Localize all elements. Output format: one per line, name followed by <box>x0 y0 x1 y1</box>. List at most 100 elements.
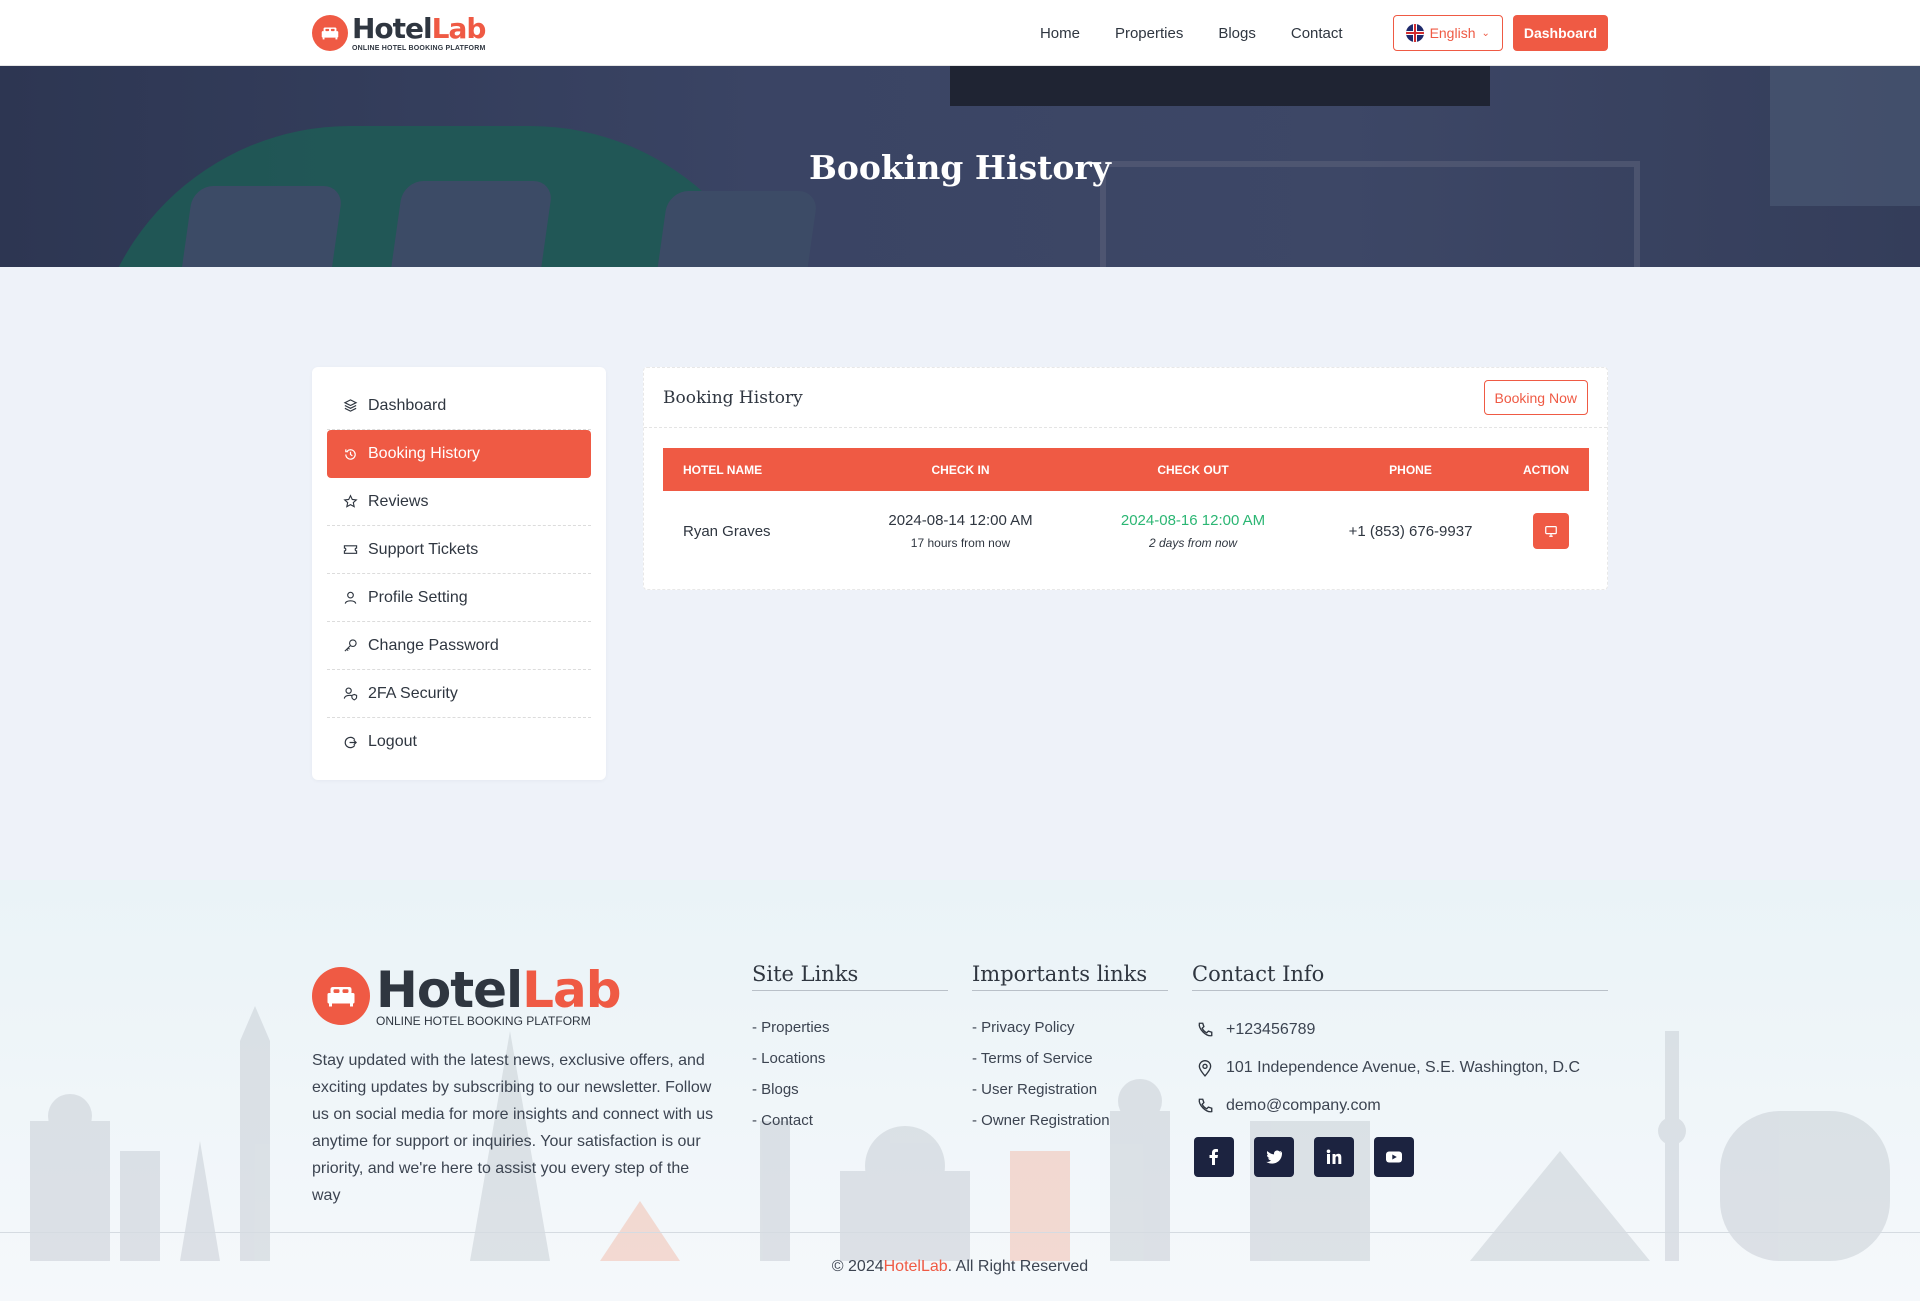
layers-icon <box>343 399 358 412</box>
logo-word-lab: Lab <box>522 961 621 1019</box>
view-booking-button[interactable] <box>1533 513 1569 549</box>
bed-icon <box>312 15 348 51</box>
sidebar-item-profile-setting[interactable]: Profile Setting <box>327 574 591 622</box>
linkedin-icon[interactable] <box>1314 1137 1354 1177</box>
user-icon <box>344 591 357 604</box>
footer-link-user-registration[interactable]: - User Registration <box>972 1081 1168 1098</box>
site-links-column: Site Links - Properties - Locations - Bl… <box>752 962 948 1129</box>
check-in-date: 2024-08-14 12:00 AM <box>888 512 1033 529</box>
footer-link-privacy-policy[interactable]: - Privacy Policy <box>972 1019 1168 1036</box>
sidebar-item-2fa-security[interactable]: 2FA Security <box>327 670 591 718</box>
history-icon <box>345 448 356 460</box>
sidebar-item-label: Profile Setting <box>368 588 468 606</box>
contact-email-text: demo@company.com <box>1226 1097 1381 1114</box>
check-out-date: 2024-08-16 12:00 AM <box>1120 512 1266 529</box>
sidebar-item-label: Change Password <box>368 636 499 654</box>
copyright-prefix: © 2024 <box>831 1258 884 1275</box>
ticket-icon <box>343 545 358 554</box>
table-row: Ryan Graves 2024-08-14 12:00 AM 17 hours… <box>663 491 1589 571</box>
key-icon <box>344 639 357 652</box>
sidebar-item-change-password[interactable]: Change Password <box>327 622 591 670</box>
card-title: Booking History <box>663 387 803 408</box>
table-header: HOTEL NAME CHECK IN CHECK OUT PHONE ACTI… <box>663 448 1589 491</box>
column-header-phone[interactable]: PHONE <box>1308 463 1513 477</box>
contact-email[interactable]: demo@company.com <box>1192 1087 1608 1125</box>
nav-links: Home Properties Blogs Contact <box>1040 25 1343 42</box>
cell-action <box>1513 513 1589 549</box>
map-pin-icon <box>1198 1060 1212 1077</box>
copyright-bar: © 2024 HotelLab . All Right Reserved <box>0 1232 1920 1301</box>
copyright-brand-link[interactable]: HotelLab <box>884 1258 948 1276</box>
sidebar-item-booking-history[interactable]: Booking History <box>327 430 591 478</box>
language-select[interactable]: English ⌄ <box>1392 15 1503 51</box>
account-sidebar: Dashboard Booking History Reviews Suppor… <box>312 367 606 780</box>
nav-link-properties[interactable]: Properties <box>1115 25 1183 42</box>
cell-check-in: 2024-08-14 12:00 AM 17 hours from now <box>843 512 1078 550</box>
hero-pillow-decor <box>386 181 554 267</box>
cell-hotel-name: Ryan Graves <box>683 522 771 540</box>
dashboard-button[interactable]: Dashboard <box>1512 15 1608 51</box>
booking-history-card: Booking History Booking Now HOTEL NAME C… <box>643 367 1608 590</box>
footer-logo[interactable]: HotelLab ONLINE HOTEL BOOKING PLATFORM <box>312 965 622 1028</box>
hero-pillow-decor <box>651 191 819 267</box>
important-links-title: Importants links <box>972 962 1168 991</box>
twitter-icon[interactable] <box>1254 1137 1294 1177</box>
footer-link-contact[interactable]: - Contact <box>752 1112 948 1129</box>
contact-info-title: Contact Info <box>1192 962 1608 991</box>
column-header-hotel-name[interactable]: HOTEL NAME <box>663 463 843 477</box>
uk-flag-icon <box>1405 24 1424 42</box>
cell-phone: +1 (853) 676-9937 <box>1348 522 1473 540</box>
footer-link-terms-of-service[interactable]: - Terms of Service <box>972 1050 1168 1067</box>
sidebar-item-label: Logout <box>368 733 417 750</box>
site-logo[interactable]: HotelLab ONLINE HOTEL BOOKING PLATFORM <box>312 11 487 52</box>
check-out-relative: 2 days from now <box>1148 536 1238 550</box>
footer-link-locations[interactable]: - Locations <box>752 1050 948 1067</box>
sidebar-item-support-tickets[interactable]: Support Tickets <box>327 526 591 574</box>
footer: HotelLab ONLINE HOTEL BOOKING PLATFORM S… <box>0 880 1920 1301</box>
hero-tv-decor <box>950 66 1490 106</box>
nav-link-blogs[interactable]: Blogs <box>1218 25 1256 42</box>
sidebar-item-logout[interactable]: Logout <box>327 718 591 766</box>
star-icon <box>343 494 358 508</box>
copyright-suffix: . All Right Reserved <box>947 1258 1089 1275</box>
user-shield-icon <box>343 687 358 701</box>
facebook-icon[interactable] <box>1194 1137 1234 1177</box>
sidebar-item-label: Dashboard <box>368 396 447 414</box>
sidebar-item-dashboard[interactable]: Dashboard <box>327 382 591 430</box>
page-title: Booking History <box>809 148 1111 187</box>
language-label: English <box>1429 25 1476 41</box>
important-links-column: Importants links - Privacy Policy - Term… <box>972 962 1168 1129</box>
booking-now-button[interactable]: Booking Now <box>1483 380 1588 415</box>
contact-address-text: 101 Independence Avenue, S.E. Washington… <box>1226 1059 1581 1076</box>
phone-icon <box>1198 1098 1213 1113</box>
sidebar-item-reviews[interactable]: Reviews <box>327 478 591 526</box>
column-header-check-in[interactable]: CHECK IN <box>843 463 1078 477</box>
contact-phone-text: +123456789 <box>1226 1021 1316 1038</box>
sidebar-item-label: 2FA Security <box>368 684 458 702</box>
site-links-title: Site Links <box>752 962 948 991</box>
nav-link-contact[interactable]: Contact <box>1291 25 1343 42</box>
logo-word-hotel: Hotel <box>352 11 433 45</box>
sidebar-item-label: Booking History <box>368 445 481 462</box>
footer-link-properties[interactable]: - Properties <box>752 1019 948 1036</box>
logo-word-hotel: Hotel <box>376 961 523 1019</box>
nav-link-home[interactable]: Home <box>1040 25 1080 42</box>
contact-phone[interactable]: +123456789 <box>1192 1011 1608 1049</box>
contact-address: 101 Independence Avenue, S.E. Washington… <box>1192 1049 1608 1087</box>
footer-description: Stay updated with the latest news, exclu… <box>312 1052 714 1204</box>
footer-link-blogs[interactable]: - Blogs <box>752 1081 948 1098</box>
monitor-icon <box>1545 526 1557 537</box>
cell-check-out: 2024-08-16 12:00 AM 2 days from now <box>1078 512 1308 550</box>
logo-tagline: ONLINE HOTEL BOOKING PLATFORM <box>376 1014 591 1028</box>
hero-banner: Booking History <box>0 66 1920 267</box>
footer-link-owner-registration[interactable]: - Owner Registration <box>972 1112 1168 1129</box>
logo-tagline: ONLINE HOTEL BOOKING PLATFORM <box>352 44 486 52</box>
logo-word-lab: Lab <box>431 11 487 45</box>
column-header-check-out[interactable]: CHECK OUT <box>1078 463 1308 477</box>
sidebar-item-label: Reviews <box>368 492 429 510</box>
phone-icon <box>1198 1022 1213 1037</box>
chevron-down-icon: ⌄ <box>1481 27 1490 39</box>
check-in-relative: 17 hours from now <box>910 536 1011 550</box>
column-header-action[interactable]: ACTION <box>1513 463 1589 477</box>
youtube-icon[interactable] <box>1374 1137 1414 1177</box>
